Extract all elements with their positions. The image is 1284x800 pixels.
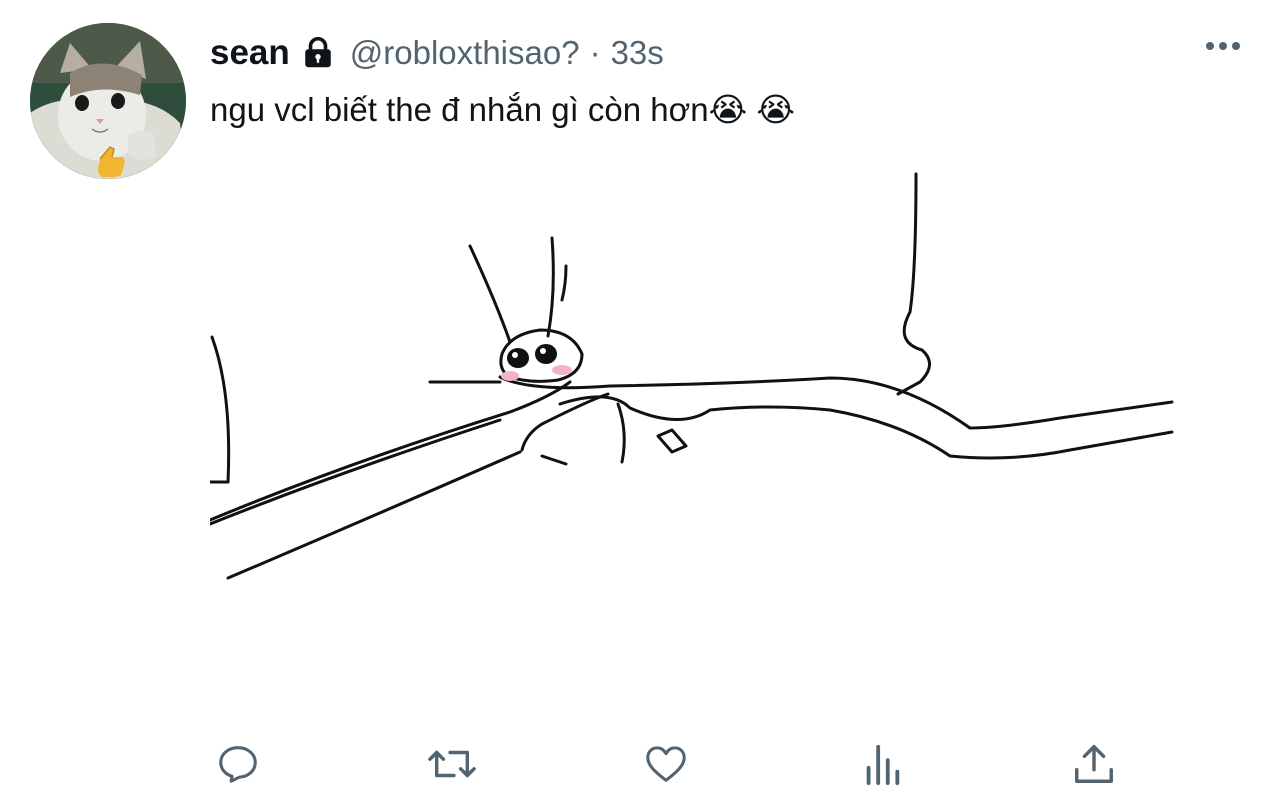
lock-icon: [300, 35, 336, 71]
more-horizontal-icon[interactable]: [1206, 42, 1240, 50]
retweet-icon: [428, 750, 476, 778]
analytics-icon: [866, 744, 900, 786]
tweet-header: sean @robloxthisao? · 33s: [210, 28, 664, 78]
tweet-actions: [210, 738, 1130, 790]
analytics-button[interactable]: [856, 738, 908, 790]
tweet[interactable]: sean @robloxthisao? · 33s ngu vcl biết t…: [0, 0, 1284, 800]
display-name[interactable]: sean: [210, 33, 290, 73]
timestamp[interactable]: 33s: [611, 34, 664, 72]
retweet-button[interactable]: [426, 738, 478, 790]
sketch-drawing: [208, 172, 1174, 580]
share-button[interactable]: [1068, 738, 1120, 790]
tweet-media-image[interactable]: [208, 172, 1174, 612]
tweet-text: ngu vcl biết the đ nhắn gì còn hơn😭 😭: [210, 91, 795, 128]
like-button[interactable]: [640, 738, 692, 790]
reply-icon: [219, 746, 257, 783]
user-handle[interactable]: @robloxthisao?: [350, 34, 580, 72]
kitten-avatar-image: [30, 23, 186, 179]
reply-button[interactable]: [212, 738, 264, 790]
avatar[interactable]: [30, 23, 186, 179]
heart-icon: [646, 746, 686, 782]
share-icon: [1075, 745, 1113, 783]
separator-dot: ·: [589, 34, 601, 71]
